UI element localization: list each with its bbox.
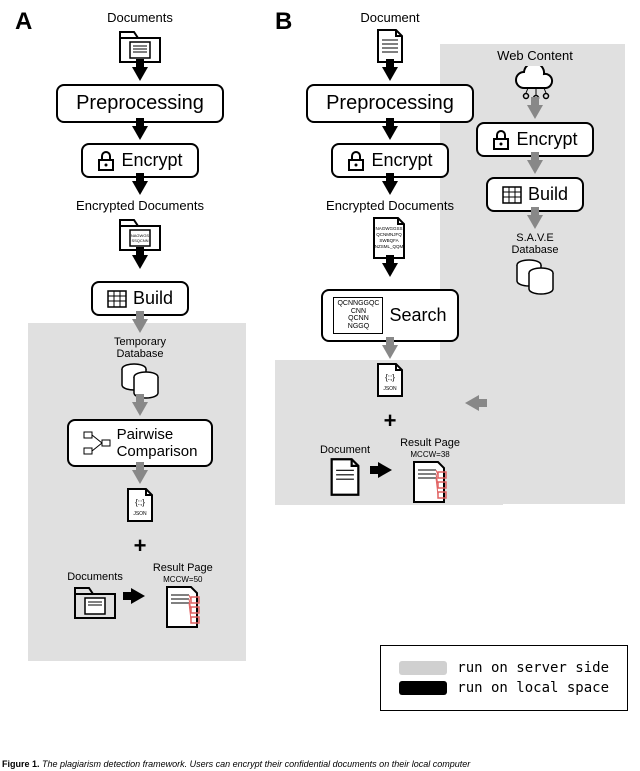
pairwise-box: Pairwise Comparison	[67, 419, 214, 467]
svg-text:QCNMNJFQ: QCNMNJFQ	[376, 232, 402, 237]
documents-folder-icon	[71, 584, 119, 620]
result-page-label-b: Result Page	[400, 437, 460, 449]
svg-text:JSON: JSON	[383, 386, 397, 392]
search-box: QCNNGGQC CNN QCNN NGGQ Search	[321, 289, 458, 342]
lock-icon	[347, 151, 365, 171]
result-documents-label: Documents	[67, 571, 123, 583]
encrypted-docs-label-b: Encrypted Documents	[326, 198, 454, 213]
arrow-icon	[382, 345, 398, 359]
legend-box: run on server side run on local space	[380, 645, 628, 711]
arrow-icon	[527, 105, 543, 119]
arrow-icon	[132, 67, 148, 81]
arrow-right-icon	[131, 588, 145, 604]
json-file-icon: {:;} JSON	[126, 487, 154, 523]
legend-local-text: run on local space	[457, 680, 609, 696]
plus-icon: +	[134, 533, 147, 559]
lock-icon	[492, 130, 510, 150]
mccw-value: MCCW=50	[163, 575, 202, 584]
svg-text:{:;}: {:;}	[385, 373, 395, 382]
legend-swatch-local	[399, 681, 447, 695]
document-label: Document	[360, 10, 419, 25]
document-icon	[329, 457, 361, 497]
documents-label: Documents	[107, 10, 173, 25]
arrow-icon	[132, 126, 148, 140]
temp-db-label: Temporary Database	[114, 336, 166, 360]
result-document-label: Document	[320, 444, 370, 456]
legend-swatch-server	[399, 661, 447, 675]
legend-server-text: run on server side	[457, 660, 609, 676]
arrow-icon	[382, 67, 398, 81]
encrypted-docs-label: Encrypted Documents	[76, 198, 204, 213]
arrow-icon	[382, 263, 398, 277]
result-page-icon	[412, 460, 448, 504]
save-db-label: S.A.V.E Database	[511, 232, 558, 256]
lock-icon	[97, 151, 115, 171]
arrow-icon	[132, 319, 148, 333]
svg-text:{:;}: {:;}	[135, 498, 145, 507]
svg-text:NZSML_QQM: NZSML_QQM	[375, 244, 404, 249]
result-page-icon	[165, 585, 201, 629]
table-icon	[107, 290, 127, 308]
arrow-icon	[132, 402, 148, 416]
arrow-icon	[132, 470, 148, 484]
encrypted-doc-icon: NAGWGGSSQCNMNJFQSWBQFANZSML_QQM	[372, 216, 408, 260]
svg-text:JSON: JSON	[133, 511, 147, 517]
arrow-icon	[132, 181, 148, 195]
svg-text:SSQCNN: SSQCNN	[131, 238, 148, 243]
plus-icon: +	[384, 408, 397, 434]
mccw-value-b: MCCW=38	[410, 450, 449, 459]
arrow-icon	[382, 126, 398, 140]
compare-icon	[83, 431, 111, 455]
database-icon	[514, 259, 556, 295]
svg-text:NAGWGGSS: NAGWGGSS	[375, 226, 402, 231]
web-content-label: Web Content	[497, 48, 573, 63]
arrow-icon	[132, 255, 148, 269]
arrow-icon	[382, 181, 398, 195]
arrow-right-icon	[378, 462, 392, 478]
svg-text:SWBQFA: SWBQFA	[379, 238, 398, 243]
arrow-icon	[527, 215, 543, 229]
json-file-icon: {:;} JSON	[376, 362, 404, 398]
search-cipher-snippet: QCNNGGQC CNN QCNN NGGQ	[333, 297, 383, 334]
arrow-left-icon	[465, 395, 479, 411]
result-page-label: Result Page	[153, 562, 213, 574]
arrow-icon	[527, 160, 543, 174]
figure-caption: Figure 1. The plagiarism detection frame…	[2, 759, 470, 769]
panel-b-letter: B	[275, 8, 292, 36]
table-icon	[502, 186, 522, 204]
